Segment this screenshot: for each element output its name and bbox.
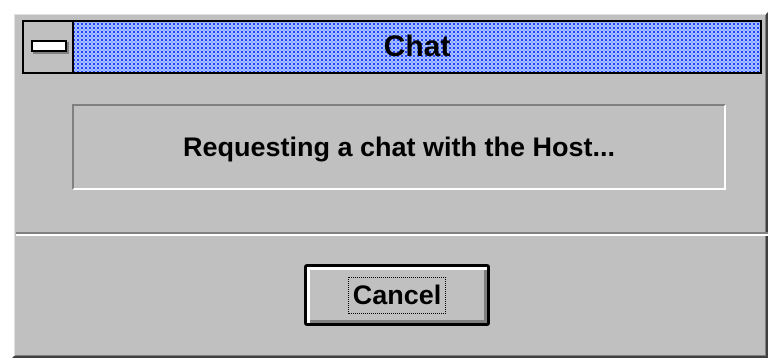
window-title: Chat: [383, 30, 451, 63]
chat-dialog-window: Chat Requesting a chat with the Host... …: [12, 12, 768, 358]
system-menu-button[interactable]: [24, 22, 74, 72]
status-message-panel: Requesting a chat with the Host...: [72, 104, 726, 190]
cancel-button[interactable]: Cancel: [304, 264, 490, 326]
separator-line: [16, 232, 768, 236]
system-menu-icon: [31, 40, 67, 52]
status-message: Requesting a chat with the Host...: [182, 131, 616, 162]
cancel-button-label: Cancel: [347, 276, 447, 314]
title-bar[interactable]: Chat: [22, 20, 762, 74]
